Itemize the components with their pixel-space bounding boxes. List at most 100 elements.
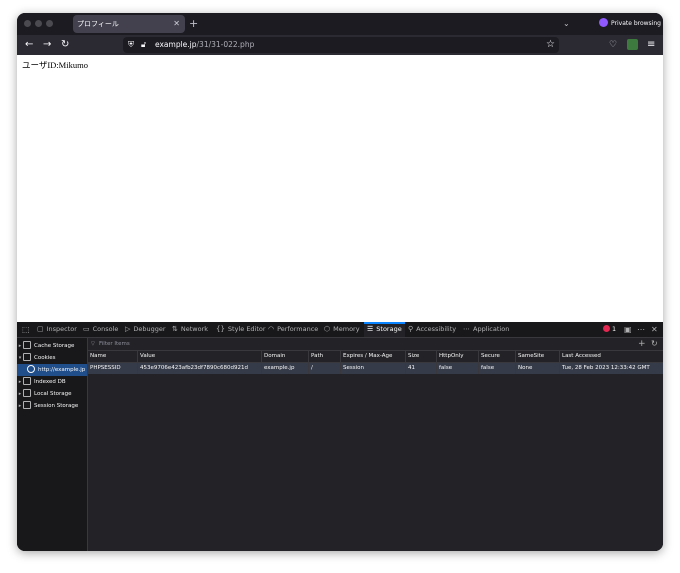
column-header-httponly[interactable]: HttpOnly [436,351,478,362]
tree-item-label: http://example.jp [38,367,86,373]
insecure-lock-icon[interactable]: 🔓︎ [141,37,146,53]
tab-label: Network [180,325,209,333]
tree-item-label: Local Storage [34,391,72,397]
tab-label: Style Editor [227,325,266,333]
cell-domain[interactable]: example.jp [261,363,308,374]
cell-name[interactable]: PHPSESSID [88,363,137,374]
tracking-protection-shield-icon[interactable]: ⛨ [128,37,134,53]
column-header-secure[interactable]: Secure [478,351,515,362]
tab-label: Memory [333,325,360,333]
column-header-size[interactable]: Size [405,351,436,362]
column-header-samesite[interactable]: SameSite [515,351,559,362]
refresh-button[interactable]: ↻ [651,338,658,350]
memory-icon: ⬡ [324,325,331,333]
tab-label: Storage [376,325,402,333]
column-header-value[interactable]: Value [137,351,261,362]
tab-inspector[interactable]: ▢ Inspector [37,322,77,337]
column-header-path[interactable]: Path [308,351,340,362]
application-icon: ⋯ [463,325,470,333]
bookmark-star-icon[interactable]: ☆ [546,37,555,53]
maximize-window-button[interactable] [46,20,53,27]
tree-item-example-jp[interactable]: http://example.jp [17,364,87,376]
back-button[interactable]: ← [25,35,33,55]
error-count: 1 [612,325,617,333]
url-path: /31/31-022.php [196,40,255,49]
column-header-expires[interactable]: Expires / Max-Age [340,351,405,362]
storage-icon: ☰ [367,325,374,333]
cell-path[interactable]: / [308,363,340,374]
minimize-window-button[interactable] [35,20,42,27]
reload-button[interactable]: ↻ [61,35,69,55]
extension-icon[interactable] [627,39,638,50]
filter-bar: ▽ + ↻ [88,338,663,351]
add-item-button[interactable]: + [638,338,646,350]
cell-value[interactable]: 453e9706e423afb23df7890c680d921d [137,363,261,374]
column-header-last-accessed[interactable]: Last Accessed [559,351,663,362]
cell-samesite[interactable]: None [515,363,559,374]
more-options-icon[interactable]: ⋯ [637,322,645,337]
tab-application[interactable]: ⋯ Application [463,322,509,337]
cell-expires[interactable]: Session [340,363,405,374]
tab-list-chevron-icon[interactable]: ⌄ [563,16,570,32]
tree-item-cookies[interactable]: ▾ Cookies [17,352,87,364]
tab-performance[interactable]: ◠ Performance [268,322,318,337]
tree-item-label: Cache Storage [34,343,75,349]
storage-icon [23,400,31,409]
tab-label: Console [92,325,119,333]
tree-item-label: Session Storage [34,403,79,409]
storage-icon [23,376,31,385]
style-editor-icon: {} [216,325,225,333]
column-header-domain[interactable]: Domain [261,351,308,362]
tab-profile[interactable]: プロフィール ✕ [73,15,185,33]
accessibility-icon: ⚲ [408,325,414,333]
tab-title: プロフィール [77,20,119,28]
new-tab-button[interactable]: + [189,15,198,33]
page-content: ユーザID:Mikumo [17,55,663,322]
tab-close-icon[interactable]: ✕ [173,15,180,33]
tab-accessibility[interactable]: ⚲ Accessibility [408,322,456,337]
storage-table-panel: ▽ + ↻ Name Value Domain Path Expires / M… [88,338,663,551]
dock-side-icon[interactable]: ▣ [624,322,632,337]
close-window-button[interactable] [24,20,31,27]
url-domain: example.jp [155,40,197,49]
url-text: example.jp/31/31-022.php [155,37,254,53]
error-count-badge[interactable]: 1 [603,322,616,337]
tab-memory[interactable]: ⬡ Memory [324,322,360,337]
cell-size[interactable]: 41 [405,363,436,374]
private-browsing-icon [599,18,608,27]
table-row[interactable]: PHPSESSID 453e9706e423afb23df7890c680d92… [88,363,663,374]
tree-item-label: Cookies [34,355,56,361]
element-picker-icon[interactable]: ⬚ [22,322,30,337]
app-menu-button[interactable]: ≡ [647,35,655,55]
performance-icon: ◠ [268,325,275,333]
tab-debugger[interactable]: ▷ Debugger [125,322,166,337]
cell-httponly[interactable]: false [436,363,478,374]
tree-item-local-storage[interactable]: ▸ Local Storage [17,388,87,400]
column-header-name[interactable]: Name [88,351,137,362]
table-header: Name Value Domain Path Expires / Max-Age… [88,351,663,363]
user-id-text: ユーザID:Mikumo [22,60,88,70]
cell-last-accessed[interactable]: Tue, 28 Feb 2023 12:33:42 GMT [559,363,663,374]
tab-network[interactable]: ⇅ Network [172,322,208,337]
filter-items-input[interactable] [91,338,619,350]
tab-label: Performance [277,325,319,333]
console-icon: ▭ [83,325,90,333]
storage-icon [23,340,31,349]
devtools-toolbar: ⬚ ▢ Inspector ▭ Console ▷ Debugger ⇅ Network… [17,322,663,338]
close-devtools-icon[interactable]: ✕ [651,322,658,337]
tab-label: Inspector [46,325,77,333]
tree-item-session-storage[interactable]: ▸ Session Storage [17,400,87,412]
tree-item-cache-storage[interactable]: ▸ Cache Storage [17,340,87,352]
url-bar[interactable]: ⛨ 🔓︎ example.jp/31/31-022.php ☆ [123,37,559,53]
tab-storage[interactable]: ☰ Storage [364,322,405,337]
tab-console[interactable]: ▭ Console [83,322,118,337]
forward-button[interactable]: → [43,35,51,55]
pocket-icon[interactable]: ♡ [609,35,617,55]
tab-strip: プロフィール ✕ + ⌄ Private browsing [17,13,663,35]
cell-secure[interactable]: false [478,363,515,374]
navigation-bar: ← → ↻ ⛨ 🔓︎ example.jp/31/31-022.php ☆ ♡ … [17,35,663,55]
globe-icon [27,364,35,373]
tree-item-indexed-db[interactable]: ▸ Indexed DB [17,376,87,388]
tab-label: Debugger [133,325,166,333]
tab-style-editor[interactable]: {} Style Editor [216,322,266,337]
